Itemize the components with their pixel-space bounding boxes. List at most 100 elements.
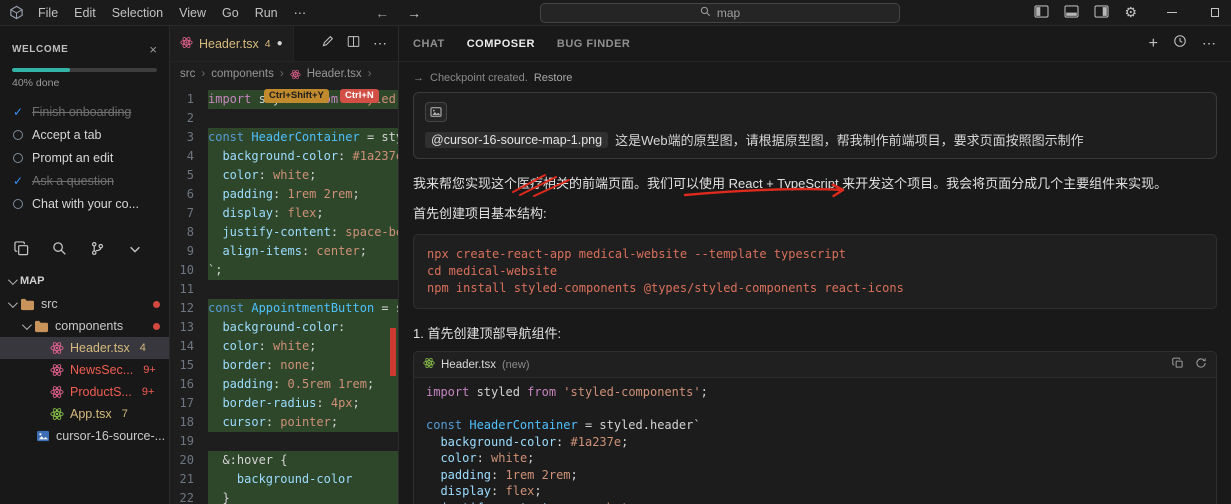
setup-heading: 首先创建项目基本结构: <box>413 206 547 221</box>
more-actions-icon[interactable]: ⋯ <box>373 35 388 52</box>
chevron-down-icon[interactable] <box>128 242 142 256</box>
check-icon: ✓ <box>12 173 24 188</box>
editor-pane: Header.tsx 4 ● ⋯ src › components › Head… <box>170 26 399 504</box>
editor-code-line[interactable]: 2 <box>170 109 398 128</box>
onboarding-item-chat[interactable]: Chat with your co... <box>0 192 169 215</box>
explorer-section-header[interactable]: MAP <box>7 274 169 287</box>
react-icon <box>50 385 64 399</box>
react-icon <box>50 363 64 377</box>
tree-item-app-tsx[interactable]: App.tsx 7 <box>0 403 169 425</box>
layout-panel-icon[interactable] <box>1064 4 1079 21</box>
tree-item-components[interactable]: components <box>0 315 169 337</box>
code-block-body[interactable]: import styled from 'styled-components'; c… <box>414 378 1216 504</box>
react-icon <box>50 407 64 421</box>
line-number: 17 <box>179 396 194 410</box>
editor-actions: ⋯ <box>321 26 398 61</box>
tab-bug-finder[interactable]: BUG FINDER <box>557 38 630 50</box>
more-actions-icon[interactable]: ⋯ <box>1202 35 1217 52</box>
breadcrumb-header-tsx[interactable]: Header.tsx <box>307 68 362 80</box>
editor-code-line[interactable]: 22 } <box>170 489 398 504</box>
tree-item-newssec-tsx[interactable]: NewsSec... 9+ <box>0 359 169 381</box>
new-chat-icon[interactable]: + <box>1149 35 1158 52</box>
editor-code-line[interactable]: 13 background-color: <box>170 318 398 337</box>
editor-code-line[interactable]: 19 <box>170 432 398 451</box>
editor-code-line[interactable]: 20 &:hover { <box>170 451 398 470</box>
breadcrumb[interactable]: src › components › Header.tsx › <box>170 62 398 86</box>
cursor-logo[interactable] <box>9 5 24 20</box>
editor-code-line[interactable]: 6 padding: 1rem 2rem; <box>170 185 398 204</box>
problem-count-badge: 4 <box>264 37 271 50</box>
layout-sidebar-right-icon[interactable] <box>1094 4 1109 21</box>
code-line: justify-content: space-between; <box>426 500 1204 504</box>
line-number: 22 <box>179 491 194 504</box>
editor-code-line[interactable]: 9 align-items: center; <box>170 242 398 261</box>
progress-label: 40% done <box>12 77 60 89</box>
tab-composer[interactable]: COMPOSER <box>467 38 535 50</box>
shell-code-block[interactable]: npx create-react-app medical-website --t… <box>413 234 1217 309</box>
tree-item-header-tsx[interactable]: Header.tsx 4 <box>0 337 169 359</box>
menu-file[interactable]: File <box>30 6 66 20</box>
settings-gear-icon[interactable]: ⚙ <box>1124 4 1137 21</box>
onboarding-item-finish-onboarding[interactable]: ✓ Finish onboarding <box>0 100 169 123</box>
edit-pencil-icon[interactable] <box>321 35 334 53</box>
tree-item-cursor-source-png[interactable]: cursor-16-source-... <box>0 425 169 447</box>
menu-more-icon[interactable]: ⋯ <box>286 5 315 20</box>
editor-code-area[interactable]: 1import styled from 'styled-components';… <box>170 86 398 504</box>
copy-icon[interactable] <box>1172 356 1184 374</box>
line-number: 21 <box>179 472 194 486</box>
window-minimize-button[interactable] <box>1152 0 1178 25</box>
editor-code-line[interactable]: 17 border-radius: 4px; <box>170 394 398 413</box>
nav-back-icon[interactable]: ← <box>366 5 398 21</box>
nav-forward-icon[interactable]: → <box>398 5 430 21</box>
menu-selection[interactable]: Selection <box>104 6 171 20</box>
editor-code-line[interactable]: 3 const HeaderContainer = styled.header` <box>170 128 398 147</box>
code-text: background-color: <box>208 318 398 337</box>
editor-code-line[interactable]: 21 background-color <box>170 470 398 489</box>
search-icon[interactable] <box>52 241 67 256</box>
attachment-thumbnail[interactable] <box>425 102 447 122</box>
reapply-icon[interactable] <box>1195 356 1207 374</box>
split-editor-icon[interactable] <box>347 35 360 53</box>
editor-code-line[interactable]: 15 border: none; <box>170 356 398 375</box>
menu-run[interactable]: Run <box>247 6 286 20</box>
tree-item-products-tsx[interactable]: ProductS... 9+ <box>0 381 169 403</box>
onboarding-item-accept-a-tab[interactable]: Accept a tab <box>0 123 169 146</box>
onboarding-item-ask-a-question[interactable]: ✓ Ask a question <box>0 169 169 192</box>
line-number: 11 <box>179 282 194 296</box>
editor-code-line[interactable]: 7 display: flex; <box>170 204 398 223</box>
tab-header-tsx[interactable]: Header.tsx 4 ● <box>170 26 294 61</box>
layout-sidebar-left-icon[interactable] <box>1034 4 1049 21</box>
editor-code-line[interactable]: 8 justify-content: space-between; <box>170 223 398 242</box>
close-icon[interactable]: × <box>149 42 157 57</box>
dirty-dot-icon[interactable]: ● <box>277 38 283 49</box>
user-message[interactable]: @cursor-16-source-map-1.png 这是Web端的原型图，请… <box>413 92 1217 159</box>
menu-go[interactable]: Go <box>214 6 247 20</box>
menu-edit[interactable]: Edit <box>66 6 104 20</box>
editor-code-line[interactable]: 10 `; <box>170 261 398 280</box>
checkpoint-text: Checkpoint created. <box>430 72 528 84</box>
search-box[interactable]: map <box>540 3 900 23</box>
restore-button[interactable]: Restore <box>534 72 573 84</box>
editor-code-line[interactable]: 5 color: white; <box>170 166 398 185</box>
overview-ruler-error-mark <box>390 328 396 376</box>
onboarding-item-prompt-an-edit[interactable]: Prompt an edit <box>0 146 169 169</box>
breadcrumb-src[interactable]: src <box>180 68 195 80</box>
tree-item-src[interactable]: src <box>0 293 169 315</box>
source-control-icon[interactable] <box>90 241 105 256</box>
window-maximize-button[interactable] <box>1193 0 1219 25</box>
breadcrumb-components[interactable]: components <box>211 68 274 80</box>
code-line: background-color: #1a237e; <box>440 434 629 449</box>
editor-code-line[interactable]: 12 const AppointmentButton = styled.butto… <box>170 299 398 318</box>
explorer-copy-icon[interactable] <box>14 241 29 256</box>
editor-code-line[interactable]: 18 cursor: pointer; <box>170 413 398 432</box>
editor-code-line[interactable]: 16 padding: 0.5rem 1rem; <box>170 375 398 394</box>
editor-code-line[interactable]: 11 <box>170 280 398 299</box>
history-icon[interactable] <box>1173 34 1187 53</box>
attachment-chip[interactable]: @cursor-16-source-map-1.png <box>425 131 609 148</box>
image-file-icon <box>36 430 50 442</box>
menu-view[interactable]: View <box>171 6 214 20</box>
editor-code-line[interactable]: 4 background-color: #1a237e; <box>170 147 398 166</box>
editor-code-line[interactable]: 14 color: white; <box>170 337 398 356</box>
tab-chat[interactable]: CHAT <box>413 38 445 50</box>
